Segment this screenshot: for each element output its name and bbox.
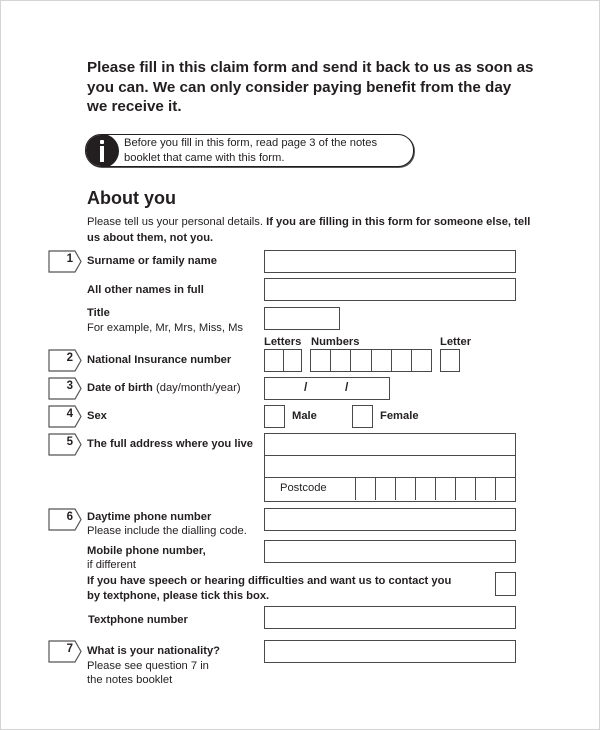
section-intro: Please tell us your personal details. If… (87, 214, 530, 246)
postcode-cell[interactable] (476, 478, 496, 500)
dob-input[interactable]: / / (264, 377, 390, 400)
postcode-cell[interactable] (496, 478, 515, 500)
question-number-tab: 5 (48, 433, 82, 456)
intro-heading-line: you can. We can only consider paying ben… (87, 78, 512, 96)
title-label: Title (87, 307, 110, 319)
address-line-1[interactable] (265, 434, 515, 456)
title-input[interactable] (264, 307, 340, 330)
question-number: 4 (66, 408, 73, 420)
question-number-tab: 6 (48, 508, 82, 531)
daytime-phone-label: Daytime phone number (87, 511, 212, 523)
intro-heading-line: Please fill in this claim form and send … (87, 59, 534, 76)
info-line: Before you fill in this form, read page … (124, 137, 378, 149)
textphone-checkbox[interactable] (495, 572, 516, 596)
surname-label: Surname or family name (87, 255, 217, 267)
info-line: booklet that came with this form. (124, 151, 285, 164)
sex-label: Sex (87, 410, 107, 422)
ni-final-letter-input[interactable] (440, 349, 460, 372)
textphone-tick-text-1: If you have speech or hearing difficulti… (87, 575, 452, 587)
ni-numbers-col-label: Numbers (311, 336, 360, 348)
postcode-label: Postcode (265, 478, 356, 500)
intro-heading-line: we receive it. (87, 98, 182, 115)
ni-cell[interactable] (412, 350, 431, 371)
dob-separator: / (345, 380, 349, 394)
ni-letters-input[interactable] (264, 349, 302, 372)
question-number: 6 (66, 511, 73, 523)
address-label: The full address where you live (87, 438, 253, 450)
section-intro-plain: Please tell us your personal details. (87, 216, 267, 228)
sex-male-label: Male (292, 410, 317, 422)
intro-heading: Please fill in this claim form and send … (87, 58, 534, 117)
question-number-tab: 3 (48, 377, 82, 400)
mobile-phone-input[interactable] (264, 540, 516, 563)
ni-letter-col-label: Letter (440, 336, 472, 348)
mobile-phone-hint: if different (87, 559, 136, 571)
other-names-label: All other names in full (87, 284, 204, 296)
question-number: 3 (66, 380, 73, 392)
info-icon (86, 135, 119, 166)
section-title: About you (87, 188, 176, 208)
ni-cell[interactable] (351, 350, 372, 371)
ni-cell[interactable] (284, 350, 302, 371)
daytime-phone-hint: Please include the dialling code. (87, 525, 247, 537)
postcode-cell[interactable] (456, 478, 476, 500)
form-page: Please fill in this claim form and send … (0, 0, 600, 730)
postcode-cell[interactable] (356, 478, 376, 500)
dob-separator: / (304, 380, 308, 394)
postcode-cell[interactable] (416, 478, 436, 500)
nationality-input[interactable] (264, 640, 516, 663)
question-number: 7 (66, 643, 73, 655)
address-input[interactable]: Postcode (264, 433, 516, 502)
question-number-tab: 7 (48, 640, 82, 663)
ni-cell[interactable] (392, 350, 412, 371)
mobile-phone-label: Mobile phone number, (87, 545, 206, 557)
postcode-row: Postcode (265, 478, 515, 500)
title-hint: For example, Mr, Mrs, Miss, Ms (87, 322, 244, 334)
postcode-cell[interactable] (396, 478, 416, 500)
question-number: 2 (66, 352, 73, 364)
daytime-phone-input[interactable] (264, 508, 516, 531)
sex-female-label: Female (380, 410, 419, 422)
info-notice-text: Before you fill in this form, read page … (124, 136, 377, 165)
surname-input[interactable] (264, 250, 516, 273)
textphone-number-input[interactable] (264, 606, 516, 629)
ni-cell[interactable] (372, 350, 392, 371)
nationality-label: What is your nationality? (87, 645, 221, 657)
other-names-input[interactable] (264, 278, 516, 301)
ni-label: National Insurance number (87, 354, 232, 366)
dob-label: Date of birth (day/month/year) (87, 381, 241, 396)
question-number: 1 (66, 253, 73, 265)
nationality-hint-2: the notes booklet (87, 674, 173, 686)
ni-cell[interactable] (311, 350, 332, 371)
ni-letters-col-label: Letters (264, 336, 302, 348)
sex-female-checkbox[interactable] (352, 405, 373, 428)
question-number-tab: 2 (48, 349, 82, 372)
address-line-2[interactable] (265, 456, 515, 478)
question-number-tab: 1 (48, 250, 82, 273)
ni-numbers-input[interactable] (310, 349, 432, 372)
sex-male-checkbox[interactable] (264, 405, 285, 428)
section-intro-bold: us about them, not you. (87, 232, 214, 244)
ni-cell[interactable] (331, 350, 352, 371)
nationality-hint-1: Please see question 7 in (87, 660, 209, 672)
textphone-number-label: Textphone number (88, 614, 188, 626)
dob-label-text: Date of birth (87, 382, 153, 394)
question-number-tab: 4 (48, 405, 82, 428)
dob-hint: (day/month/year) (152, 382, 241, 394)
section-intro-bold: If you are filling in this form for some… (266, 216, 531, 228)
question-number: 5 (66, 436, 73, 448)
ni-cell[interactable] (265, 350, 284, 371)
postcode-cell[interactable] (436, 478, 456, 500)
info-notice: Before you fill in this form, read page … (85, 134, 414, 167)
postcode-cell[interactable] (376, 478, 396, 500)
textphone-tick-text-2: by textphone, please tick this box. (87, 590, 270, 602)
